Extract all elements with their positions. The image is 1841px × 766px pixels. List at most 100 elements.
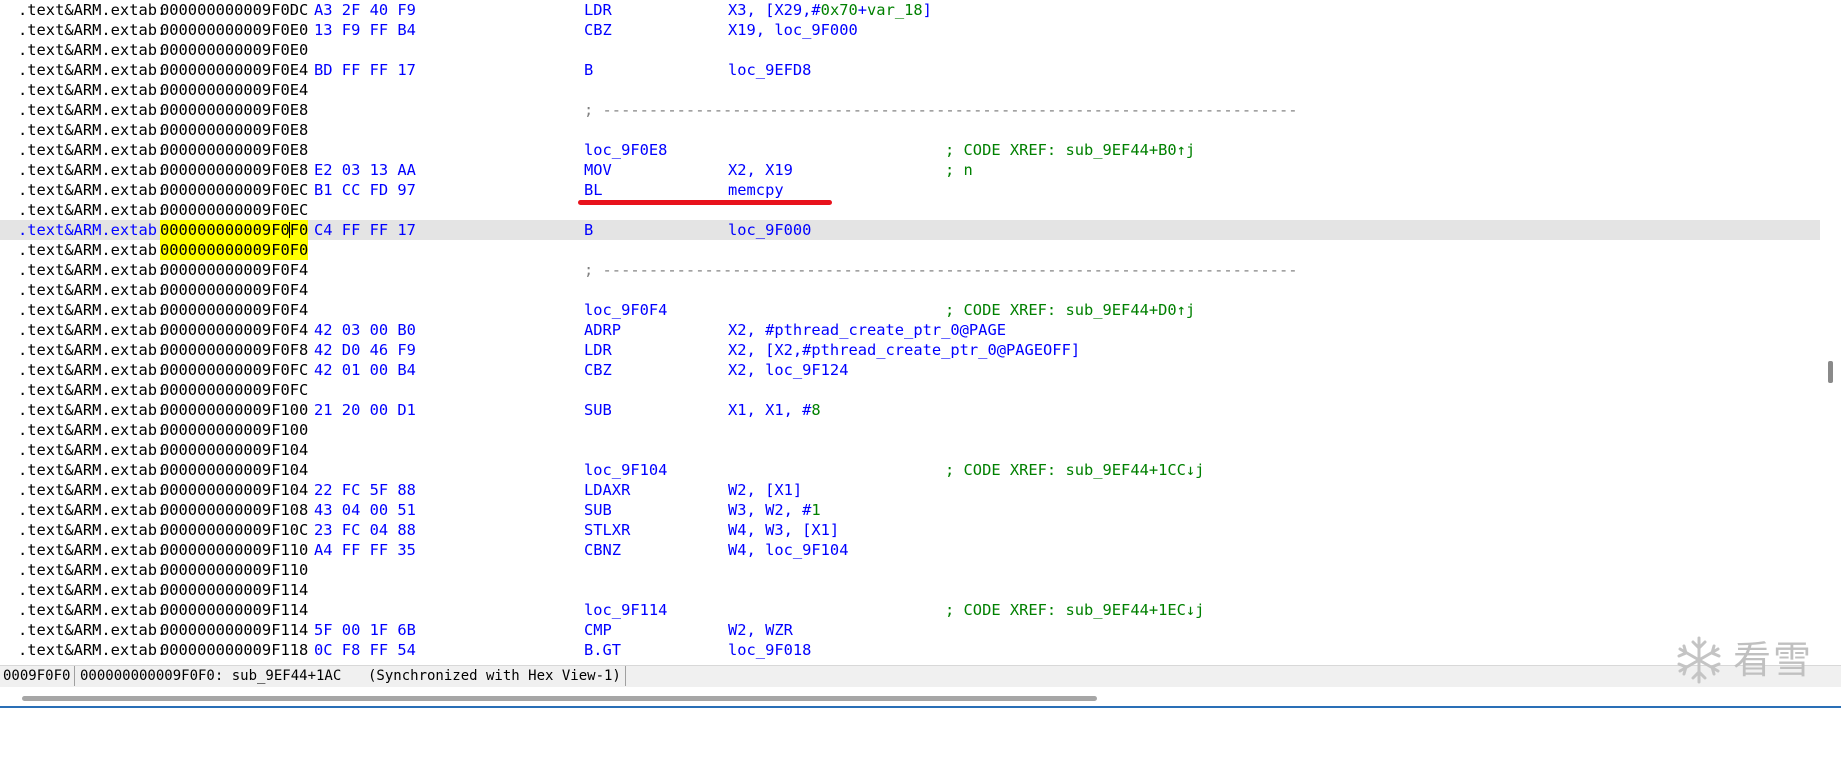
address[interactable]: 000000000009F104 xyxy=(160,440,308,460)
code-line[interactable]: .text&ARM.extab: 000000000009F0F4 loc_9F0F… xyxy=(0,300,1820,320)
address[interactable]: 000000000009F0F8 xyxy=(160,340,308,360)
code-line[interactable]: .text&ARM.extab: 000000000009F0F4 ; ------… xyxy=(0,260,1820,280)
instruction-mnemonic[interactable]: LDR xyxy=(584,0,612,20)
code-label[interactable]: loc_9F104 xyxy=(584,460,667,480)
code-line[interactable]: .text&ARM.extab: 000000000009F108 43 04 00… xyxy=(0,500,1820,520)
instruction-mnemonic[interactable]: CBZ xyxy=(584,360,612,380)
address[interactable]: 000000000009F0E4 xyxy=(160,80,308,100)
instruction-mnemonic[interactable]: CBNZ xyxy=(584,540,621,560)
address[interactable]: 000000000009F110 xyxy=(160,560,308,580)
code-line[interactable]: .text&ARM.extab: 000000000009F10C 23 FC 04… xyxy=(0,520,1820,540)
code-line[interactable]: .text&ARM.extab: 000000000009F0EC xyxy=(0,200,1820,220)
xref-comment[interactable]: ; CODE XREF: sub_9EF44+1CC↓j xyxy=(945,460,1204,480)
address[interactable]: 000000000009F0F0 xyxy=(160,240,309,260)
code-label[interactable]: loc_9F0F4 xyxy=(584,300,667,320)
address[interactable]: 000000000009F0F4 xyxy=(160,300,308,320)
address[interactable]: 000000000009F0E4 xyxy=(160,60,308,80)
address[interactable]: 000000000009F0F4 xyxy=(160,260,308,280)
instruction-operands[interactable]: X3, [X29,#0x70+var_18] xyxy=(728,0,932,20)
code-line[interactable]: .text&ARM.extab: 000000000009F0F0 xyxy=(0,240,1820,260)
instruction-operands[interactable]: memcpy xyxy=(728,180,784,200)
instruction-mnemonic[interactable]: B.GT xyxy=(584,640,621,660)
instruction-operands[interactable]: loc_9EFD8 xyxy=(728,60,811,80)
code-line[interactable]: .text&ARM.extab: 000000000009F0E8 ; ------… xyxy=(0,100,1820,120)
address[interactable]: 000000000009F0F4 xyxy=(160,280,308,300)
xref-comment[interactable]: ; CODE XREF: sub_9EF44+D0↑j xyxy=(945,300,1195,320)
instruction-operands[interactable]: X2, loc_9F124 xyxy=(728,360,848,380)
horizontal-scrollbar-thumb[interactable] xyxy=(22,696,1097,701)
address[interactable]: 000000000009F0E8 xyxy=(160,160,308,180)
instruction-operands[interactable]: W2, WZR xyxy=(728,620,793,640)
code-line[interactable]: .text&ARM.extab: 000000000009F0E0 xyxy=(0,40,1820,60)
instruction-operands[interactable]: loc_9F018 xyxy=(728,640,811,660)
instruction-mnemonic[interactable]: B xyxy=(584,60,593,80)
instruction-mnemonic[interactable]: SUB xyxy=(584,400,612,420)
address[interactable]: 000000000009F0EC xyxy=(160,200,308,220)
code-line[interactable]: .text&ARM.extab: 000000000009F0FC 42 01 00… xyxy=(0,360,1820,380)
current-code-line[interactable]: .text&ARM.extab: 000000000009F0F0 C4 FF FF… xyxy=(0,220,1820,240)
instruction-operands[interactable]: W2, [X1] xyxy=(728,480,802,500)
instruction-mnemonic[interactable]: LDR xyxy=(584,340,612,360)
code-line[interactable]: .text&ARM.extab: 000000000009F104 xyxy=(0,440,1820,460)
address[interactable]: 000000000009F108 xyxy=(160,500,308,520)
instruction-mnemonic[interactable]: CMP xyxy=(584,620,612,640)
instruction-mnemonic[interactable]: CBZ xyxy=(584,20,612,40)
code-line[interactable]: .text&ARM.extab: 000000000009F114 loc_9F11… xyxy=(0,600,1820,620)
address[interactable]: 000000000009F0FC xyxy=(160,360,308,380)
code-line[interactable]: .text&ARM.extab: 000000000009F118 0C F8 FF… xyxy=(0,640,1820,660)
instruction-operands[interactable]: W4, loc_9F104 xyxy=(728,540,848,560)
instruction-mnemonic[interactable]: LDAXR xyxy=(584,480,630,500)
instruction-operands[interactable]: X2, X19 xyxy=(728,160,793,180)
address[interactable]: 000000000009F10C xyxy=(160,520,308,540)
code-label[interactable]: loc_9F114 xyxy=(584,600,667,620)
code-line[interactable]: .text&ARM.extab: 000000000009F110 A4 FF FF… xyxy=(0,540,1820,560)
code-line[interactable]: .text&ARM.extab: 000000000009F0EC B1 CC FD… xyxy=(0,180,1820,200)
code-line[interactable]: .text&ARM.extab: 000000000009F0E0 13 F9 FF… xyxy=(0,20,1820,40)
address[interactable]: 000000000009F0EC xyxy=(160,180,308,200)
address[interactable]: 000000000009F0F0 xyxy=(160,220,309,240)
code-line[interactable]: .text&ARM.extab: 000000000009F114 5F 00 1F… xyxy=(0,620,1820,640)
address[interactable]: 000000000009F0E8 xyxy=(160,140,308,160)
instruction-mnemonic[interactable]: ADRP xyxy=(584,320,621,340)
address[interactable]: 000000000009F100 xyxy=(160,420,308,440)
code-line[interactable]: .text&ARM.extab: 000000000009F0E8 loc_9F0E… xyxy=(0,140,1820,160)
code-line[interactable]: .text&ARM.extab: 000000000009F0F4 xyxy=(0,280,1820,300)
code-line[interactable]: .text&ARM.extab: 000000000009F110 xyxy=(0,560,1820,580)
code-line[interactable]: .text&ARM.extab: 000000000009F0E4 BD FF FF… xyxy=(0,60,1820,80)
instruction-operands[interactable]: X2, #pthread_create_ptr_0@PAGE xyxy=(728,320,1006,340)
code-line[interactable]: .text&ARM.extab: 000000000009F104 loc_9F10… xyxy=(0,460,1820,480)
instruction-operands[interactable]: loc_9F000 xyxy=(728,220,811,240)
instruction-operands[interactable]: X1, X1, #8 xyxy=(728,400,821,420)
code-line[interactable]: .text&ARM.extab: 000000000009F0E4 xyxy=(0,80,1820,100)
code-line[interactable]: .text&ARM.extab: 000000000009F0E8 xyxy=(0,120,1820,140)
code-label[interactable]: loc_9F0E8 xyxy=(584,140,667,160)
address[interactable]: 000000000009F104 xyxy=(160,480,308,500)
code-line[interactable]: .text&ARM.extab: 000000000009F100 21 20 00… xyxy=(0,400,1820,420)
address[interactable]: 000000000009F0E8 xyxy=(160,120,308,140)
instruction-mnemonic[interactable]: MOV xyxy=(584,160,612,180)
address[interactable]: 000000000009F0FC xyxy=(160,380,308,400)
xref-comment[interactable]: ; n xyxy=(945,160,973,180)
code-line[interactable]: .text&ARM.extab: 000000000009F0DC A3 2F 40… xyxy=(0,0,1820,20)
address[interactable]: 000000000009F114 xyxy=(160,620,308,640)
code-line[interactable]: .text&ARM.extab: 000000000009F114 xyxy=(0,580,1820,600)
instruction-operands[interactable]: X19, loc_9F000 xyxy=(728,20,858,40)
address[interactable]: 000000000009F0E0 xyxy=(160,20,308,40)
code-line[interactable]: .text&ARM.extab: 000000000009F0E8 E2 03 13… xyxy=(0,160,1820,180)
horizontal-scrollbar[interactable] xyxy=(0,688,1841,708)
xref-comment[interactable]: ; CODE XREF: sub_9EF44+B0↑j xyxy=(945,140,1195,160)
address[interactable]: 000000000009F110 xyxy=(160,540,308,560)
vertical-scrollbar-thumb[interactable] xyxy=(1828,361,1833,383)
code-line[interactable]: .text&ARM.extab: 000000000009F0FC xyxy=(0,380,1820,400)
code-line[interactable]: .text&ARM.extab: 000000000009F0F8 42 D0 46… xyxy=(0,340,1820,360)
code-line[interactable]: .text&ARM.extab: 000000000009F0F4 42 03 00… xyxy=(0,320,1820,340)
disassembly-view[interactable]: .text&ARM.extab: 000000000009F0DC A3 2F 40… xyxy=(0,0,1841,708)
address[interactable]: 000000000009F0DC xyxy=(160,0,308,20)
address[interactable]: 000000000009F0E8 xyxy=(160,100,308,120)
instruction-mnemonic[interactable]: B xyxy=(584,220,593,240)
instruction-operands[interactable]: X2, [X2,#pthread_create_ptr_0@PAGEOFF] xyxy=(728,340,1080,360)
code-line[interactable]: .text&ARM.extab: 000000000009F100 xyxy=(0,420,1820,440)
instruction-operands[interactable]: W3, W2, #1 xyxy=(728,500,821,520)
address[interactable]: 000000000009F118 xyxy=(160,640,308,660)
instruction-mnemonic[interactable]: SUB xyxy=(584,500,612,520)
